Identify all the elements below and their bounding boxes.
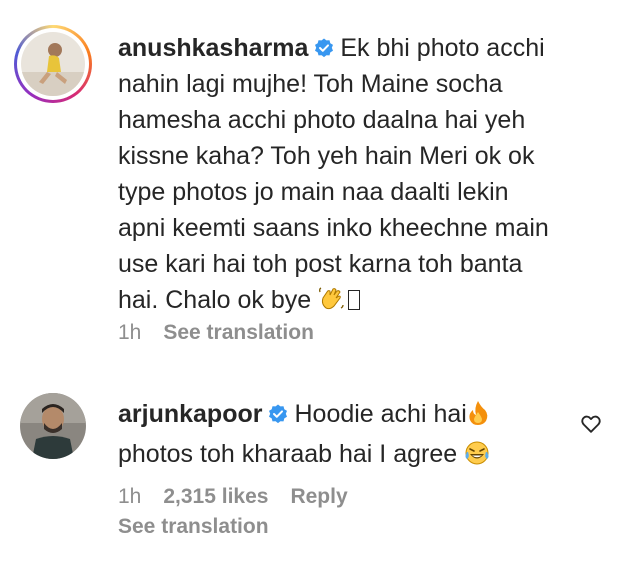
like-heart-icon[interactable] [580,413,602,435]
avatar[interactable] [21,32,85,96]
username[interactable]: arjunkapoor [118,400,262,428]
laughing-tears-emoji-icon [464,440,490,476]
missing-glyph-icon [348,290,361,310]
reply-button[interactable]: Reply [290,485,347,508]
comment-text: arjunkapoor Hoodie achi hai photos toh kh… [118,396,538,476]
comment-line: Ek bhi photo acchi [340,34,545,62]
comment-line: Hoodie achi hai [294,400,467,428]
comment-line: hamesha acchi photo daalna hai yeh [118,106,526,134]
comment-text: anushkasharma Ek bhi photo acchi nahin la… [118,30,598,322]
timestamp[interactable]: 1h [118,485,141,508]
see-translation-link[interactable]: See translation [163,321,314,344]
comment-meta: 1h 2,315 likes Reply [118,485,370,509]
comment-line: type photos jo main naa daalti lekin [118,178,509,206]
comment-line: nahin lagi mujhe! Toh Maine socha [118,70,503,98]
verified-badge-icon [268,398,288,424]
waving-hand-emoji-icon [318,286,344,322]
comment-line: apni keemti saans inko kheechne main [118,214,549,242]
fire-emoji-icon [467,400,489,436]
comment-line: photos toh kharaab hai I agree [118,440,458,468]
comment-meta-translation: See translation [118,515,291,539]
likes-count[interactable]: 2,315 likes [163,485,268,508]
verified-badge-icon [314,32,334,58]
comment-line: kissne kaha? Toh yeh hain Meri ok ok [118,142,535,170]
avatar[interactable] [20,393,86,459]
timestamp[interactable]: 1h [118,321,141,344]
comment-line: hai. Chalo ok bye [118,286,312,314]
see-translation-link[interactable]: See translation [118,515,269,538]
comment-meta: 1h See translation [118,321,336,345]
username[interactable]: anushkasharma [118,34,308,62]
comment-line: use kari hai toh post karna toh banta [118,250,523,278]
